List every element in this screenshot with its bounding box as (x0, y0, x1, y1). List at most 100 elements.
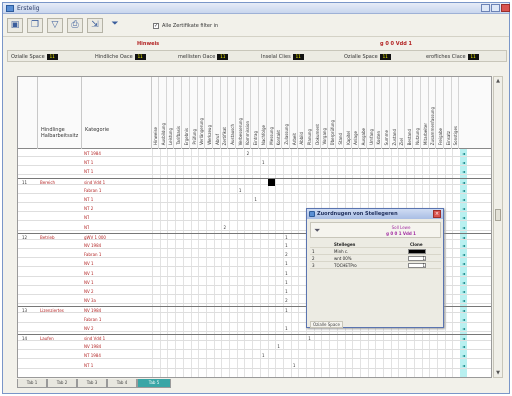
column-header[interactable]: Werkzeug (206, 77, 213, 149)
column-header[interactable]: Ziel (398, 77, 406, 149)
value-cell[interactable]: 1 (237, 187, 244, 194)
column-header[interactable]: Einsatz (445, 77, 452, 149)
row-marker-icon[interactable]: ◄ (460, 316, 467, 323)
row-marker-icon[interactable]: ◄ (460, 335, 467, 342)
sheet-tab[interactable]: Tab 3 (77, 379, 107, 388)
column-header[interactable]: Zusammenfassung (429, 77, 437, 149)
row-marker-icon[interactable]: ◄ (460, 362, 467, 369)
dialog-row-value[interactable]: 1 (408, 263, 426, 268)
column-header[interactable]: Überprüfung (329, 77, 337, 149)
column-header[interactable]: Anlage (352, 77, 360, 149)
funnel-icon[interactable]: ⏷ (107, 18, 123, 33)
column-header[interactable]: Planung (306, 77, 313, 149)
save-icon[interactable]: ▣ (7, 18, 23, 33)
row-marker-icon[interactable]: ◄ (460, 187, 467, 194)
table-row[interactable]: NT 1 1 ◄ (18, 159, 491, 167)
print-icon[interactable]: ⎙ (67, 18, 83, 33)
column-header[interactable]: Summe (383, 77, 390, 149)
row-marker-icon[interactable]: ◄ (460, 214, 467, 221)
row-marker-icon[interactable]: ◄ (460, 325, 467, 332)
value-cell[interactable]: 1 (283, 234, 290, 241)
filter-checkbox-row[interactable]: ✓ Alle Zertifikate filter in (153, 23, 218, 29)
row-marker-icon[interactable]: ◄ (460, 150, 467, 157)
value-cell[interactable]: 1 (283, 325, 290, 332)
column-header[interactable]: Kosten (375, 77, 383, 149)
column-header[interactable]: Verbesserung (237, 77, 244, 149)
funnel-icon[interactable]: ⏷ (314, 226, 320, 236)
column-header[interactable]: Mitarbeiter (422, 77, 429, 149)
table-row[interactable]: NT 1984 1 ◄ (18, 352, 491, 360)
row-marker-icon[interactable]: ◄ (460, 352, 467, 359)
column-header[interactable]: Verlängerung (198, 77, 206, 149)
column-header[interactable]: Zertifikat (221, 77, 229, 149)
row-marker-icon[interactable]: ◄ (460, 242, 467, 249)
row-marker-icon[interactable]: ◄ (460, 179, 467, 186)
column-header[interactable]: Prüfung (191, 77, 198, 149)
column-header[interactable]: Nachfolge (260, 77, 267, 149)
filter-icon[interactable]: ▽ (47, 18, 63, 33)
value-cell[interactable]: 2 (283, 297, 290, 304)
dialog-row[interactable]: 2 wnt 00% 1 (310, 255, 441, 262)
value-cell[interactable]: 2 (283, 251, 290, 258)
column-header[interactable]: Hinweise (152, 77, 159, 149)
value-cell[interactable]: 1 (283, 288, 290, 295)
table-row[interactable]: NT 1 1 ◄ (18, 362, 491, 369)
dialog-row[interactable]: 3 TOCHETPro 1 (310, 262, 441, 269)
table-row[interactable]: Fabran 1 1 ◄ (18, 187, 491, 194)
vertical-scrollbar[interactable]: ▲ ▼ (493, 76, 503, 378)
value-cell[interactable]: 1 (283, 307, 290, 314)
column-header[interactable]: Bestand (406, 77, 414, 149)
column-header[interactable]: Dokument (314, 77, 321, 149)
value-cell[interactable]: 1 (252, 196, 259, 203)
column-header[interactable]: Vorgang (321, 77, 329, 149)
column-header[interactable]: Umfang (368, 77, 375, 149)
column-header[interactable]: Abruf (214, 77, 221, 149)
row-marker-icon[interactable]: ◄ (460, 234, 467, 241)
row-marker-icon[interactable]: ◄ (460, 307, 467, 314)
dialog-row-value[interactable] (408, 249, 426, 254)
value-cell[interactable]: 1 (291, 362, 298, 369)
sheet-tab[interactable]: Tab 1 (17, 379, 47, 388)
scroll-thumb[interactable] (495, 209, 501, 221)
table-row[interactable]: NT 1984 2 ◄ (18, 150, 491, 157)
sheet-tab-active[interactable]: Tab 5 (137, 379, 171, 388)
dialog-footer-tab[interactable]: Ozialle Space (310, 321, 343, 328)
row-marker-icon[interactable]: ◄ (460, 260, 467, 267)
table-row[interactable]: 11 Bereich sind Vdd 1 ◄ (18, 177, 491, 186)
value-cell[interactable]: 2 (244, 150, 251, 157)
column-header[interactable]: Kontakt (275, 77, 283, 149)
table-row[interactable]: NV 1984 1 ◄ (18, 343, 491, 351)
table-row[interactable]: NT 1 ◄ (18, 168, 491, 176)
column-header[interactable]: Nutzung (414, 77, 421, 149)
column-header[interactable]: Zulassung (283, 77, 290, 149)
row-marker-icon[interactable]: ◄ (460, 168, 467, 175)
row-marker-icon[interactable]: ◄ (460, 270, 467, 277)
filled-cell[interactable] (267, 178, 275, 186)
value-cell[interactable]: 1 (283, 242, 290, 249)
value-cell[interactable]: 2 (221, 224, 228, 231)
column-header[interactable]: Arbeit (291, 77, 298, 149)
row-marker-icon[interactable]: ◄ (460, 196, 467, 203)
value-cell[interactable]: 1 (260, 352, 267, 359)
column-header[interactable]: Messung (268, 77, 275, 149)
dialog-close-button[interactable]: × (433, 210, 441, 218)
column-header[interactable]: Kommission (244, 77, 252, 149)
value-cell[interactable]: 1 (260, 159, 267, 166)
dialog-row[interactable]: 1 Minh c. (310, 248, 441, 255)
table-row[interactable]: NT 1 1 ◄ (18, 196, 491, 203)
row-marker-icon[interactable]: ◄ (460, 343, 467, 350)
dialog-row-value[interactable]: 1 (408, 256, 426, 261)
table-row[interactable]: 14 Laufen sind Vdd 1 1 ◄ (18, 334, 491, 342)
value-cell[interactable]: 1 (283, 270, 290, 277)
column-header[interactable]: Leistung (167, 77, 175, 149)
export-icon[interactable]: ⇲ (87, 18, 103, 33)
row-marker-icon[interactable]: ◄ (460, 159, 467, 166)
value-cell[interactable]: 1 (283, 279, 290, 286)
column-header[interactable]: Austausch (229, 77, 236, 149)
minimize-button[interactable] (481, 4, 490, 12)
column-header[interactable]: Freigabe (437, 77, 444, 149)
value-cell[interactable]: 1 (283, 260, 290, 267)
column-header[interactable]: Abbild (298, 77, 306, 149)
close-button[interactable] (501, 4, 510, 12)
value-cell[interactable]: 1 (275, 343, 282, 350)
